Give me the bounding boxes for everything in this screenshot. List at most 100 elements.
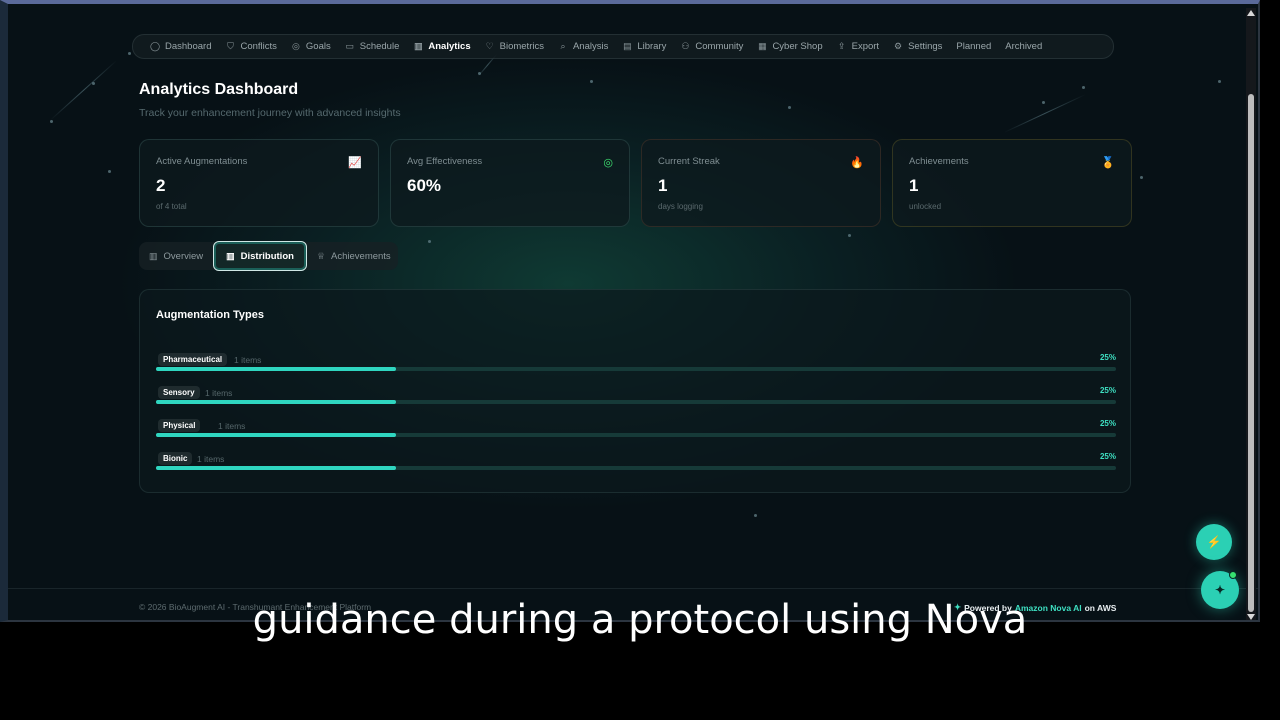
progress-fill <box>156 433 396 437</box>
quick-action-button[interactable]: ⚡ <box>1196 524 1232 560</box>
tab-distribution[interactable]: ▥ Distribution <box>213 241 307 271</box>
users-icon: ⚇ <box>681 41 690 51</box>
shield-icon: ⛉ <box>227 41 234 51</box>
progress-track <box>156 466 1116 470</box>
nav-item-analytics[interactable]: ▥ Analytics <box>406 34 477 59</box>
augmentation-types-panel: Augmentation Types Pharmaceutical 1 items… <box>139 289 1131 493</box>
sparkle-icon: ✦ <box>1214 583 1226 597</box>
nav-item-biometrics[interactable]: ♡ Biometrics <box>478 34 551 59</box>
book-icon: ▤ <box>623 41 632 51</box>
augmentation-type-chip: Pharmaceutical <box>158 353 228 366</box>
stat-value: 2 <box>156 176 166 195</box>
nav-item-goals[interactable]: ◎ Goals <box>284 34 338 59</box>
nav-item-planned[interactable]: Planned <box>949 34 998 59</box>
nav-item-label: Dashboard <box>165 41 212 52</box>
nav-item-label: Library <box>637 41 667 52</box>
nav-item-label: Schedule <box>359 41 400 52</box>
trophy-icon: ♕ <box>316 250 326 261</box>
progress-track <box>156 400 1116 404</box>
nav-item-label: Planned <box>956 41 992 52</box>
tab-overview[interactable]: ▥ Overview <box>139 242 213 270</box>
augmentation-percent: 25% <box>1099 386 1116 395</box>
page-title: Analytics Dashboard <box>139 81 299 98</box>
scroll-thumb[interactable] <box>1248 94 1254 612</box>
tab-label: Distribution <box>240 250 294 262</box>
trend-up-icon: 📈 <box>348 157 362 169</box>
augmentation-type-chip: Sensory <box>158 386 200 399</box>
app-window: ◯ Dashboard ⛉ Conflicts ◎ Goals ▭ Schedule ▥ Anal… <box>0 0 1260 622</box>
panel-title: Augmentation Types <box>156 309 264 321</box>
footer-divider <box>8 588 1258 589</box>
augmentation-row-bionic: Bionic 1 items 25% <box>156 452 1116 482</box>
nav-item-settings[interactable]: ⚙ Settings <box>886 34 949 59</box>
augmentation-percent: 25% <box>1099 419 1116 428</box>
stat-label: Active Augmentations <box>156 156 248 167</box>
bar-chart-icon: ▥ <box>226 250 235 261</box>
calendar-icon: ▭ <box>345 41 354 51</box>
nav-item-label: Analysis <box>572 41 609 52</box>
augmentation-row-pharmaceutical: Pharmaceutical 1 items 25% <box>156 353 1116 383</box>
stat-subtext: unlocked <box>909 202 942 211</box>
nav-item-label: Export <box>851 41 880 52</box>
stat-label: Avg Effectiveness <box>407 156 483 167</box>
nav-item-library[interactable]: ▤ Library <box>615 34 673 59</box>
target-icon: ◎ <box>603 157 613 169</box>
progress-track <box>156 433 1116 437</box>
stat-card-avg-effectiveness: Avg Effectiveness 60% ◎ <box>390 139 630 227</box>
nav-item-analysis[interactable]: ⌕ Analysis <box>551 34 615 59</box>
tab-label: Achievements <box>331 250 391 262</box>
progress-fill <box>156 400 396 404</box>
nav-item-label: Goals <box>305 41 331 52</box>
stat-subtext: of 4 total <box>156 202 187 211</box>
target-icon: ◎ <box>291 41 300 51</box>
stat-value: 60% <box>407 176 442 195</box>
stat-subtext: days logging <box>658 202 703 211</box>
augmentation-count: 1 items <box>205 388 233 398</box>
analytics-tabs: ▥ Overview ▥ Distribution ♕ Achievements <box>139 241 401 271</box>
flame-icon: 🔥 <box>850 157 864 169</box>
augmentation-count: 1 items <box>234 355 262 365</box>
augmentation-type-chip: Physical <box>158 419 201 432</box>
augmentation-percent: 25% <box>1099 353 1116 362</box>
nav-item-conflicts[interactable]: ⛉ Conflicts <box>218 34 283 59</box>
gear-icon: ⚙ <box>894 41 903 51</box>
vertical-scrollbar[interactable] <box>1246 8 1256 620</box>
nav-item-cyber-shop[interactable]: ▦ Cyber Shop <box>750 34 829 59</box>
nav-item-label: Community <box>695 41 744 52</box>
award-icon: 🏅 <box>1101 157 1115 169</box>
export-icon: ⇪ <box>837 41 846 51</box>
video-caption: guidance during a protocol using Nova <box>252 597 1028 643</box>
search-icon: ⌕ <box>560 41 566 51</box>
nav-item-label: Archived <box>1005 41 1043 52</box>
stat-value: 1 <box>909 176 919 195</box>
nav-item-label: Settings <box>908 41 943 52</box>
augmentation-type-chip: Bionic <box>158 452 193 465</box>
augmentation-count: 1 items <box>197 454 225 464</box>
progress-fill <box>156 466 396 470</box>
augmentation-count: 1 items <box>218 421 246 431</box>
nav-item-community[interactable]: ⚇ Community <box>673 34 750 59</box>
tab-label: Overview <box>163 250 204 262</box>
nav-item-archived[interactable]: Archived <box>998 34 1049 59</box>
stat-card-active-augmentations: Active Augmentations 2 of 4 total 📈 <box>139 139 379 227</box>
top-navigation: ◯ Dashboard ⛉ Conflicts ◎ Goals ▭ Schedule ▥ Anal… <box>132 34 1114 59</box>
stat-card-current-streak: Current Streak 1 days logging 🔥 <box>641 139 881 227</box>
stat-value: 1 <box>658 176 668 195</box>
nav-item-export[interactable]: ⇪ Export <box>830 34 886 59</box>
progress-track <box>156 367 1116 371</box>
scroll-up-arrow-icon[interactable] <box>1247 10 1255 16</box>
stat-label: Achievements <box>909 156 969 167</box>
nav-item-dashboard[interactable]: ◯ Dashboard <box>143 34 218 59</box>
augmentation-row-sensory: Sensory 1 items 25% <box>156 386 1116 416</box>
tab-achievements[interactable]: ♕ Achievements <box>307 242 401 270</box>
nav-item-label: Cyber Shop <box>772 41 823 52</box>
stat-label: Current Streak <box>658 156 720 167</box>
nav-item-label: Analytics <box>428 41 471 52</box>
lightning-icon: ⚡ <box>1206 535 1222 549</box>
augmentation-percent: 25% <box>1099 452 1116 461</box>
nav-item-schedule[interactable]: ▭ Schedule <box>338 34 407 59</box>
progress-fill <box>156 367 396 371</box>
nav-item-label: Biometrics <box>499 41 544 52</box>
augmentation-row-physical: Physical 1 items 25% <box>156 419 1116 449</box>
heart-icon: ♡ <box>485 41 494 51</box>
